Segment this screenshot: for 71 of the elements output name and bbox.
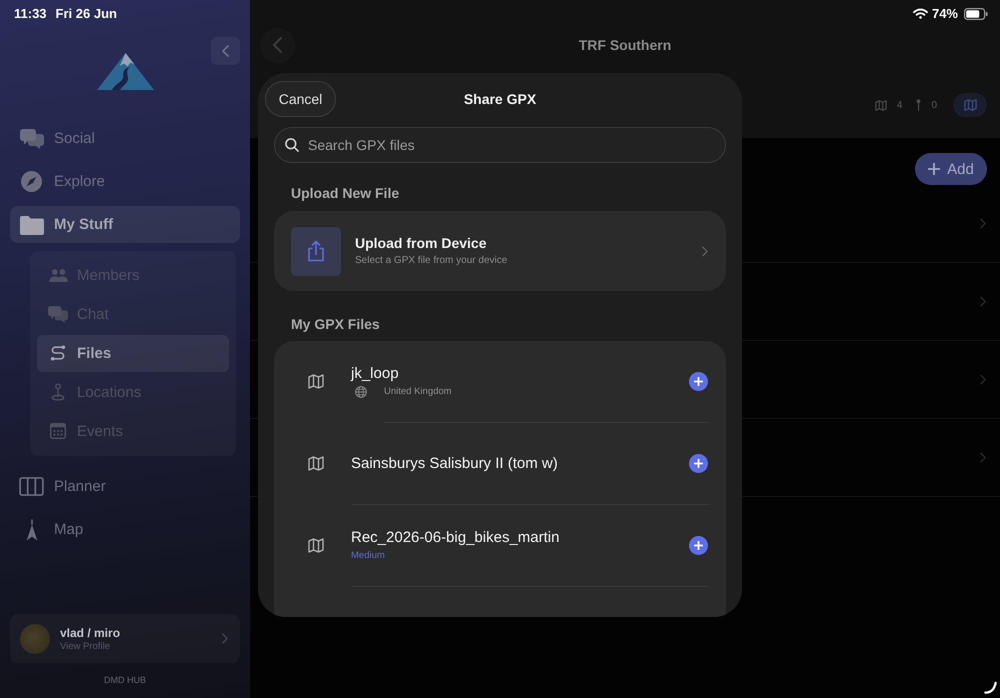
upload-title: Upload from Device: [355, 235, 488, 252]
plus-icon: [694, 459, 703, 468]
calendar-icon: [50, 423, 66, 439]
section-heading: My GPX Files: [291, 316, 380, 332]
people-icon: [48, 268, 68, 282]
wifi-icon: [912, 8, 928, 19]
route-icon: [50, 345, 66, 361]
plus-icon: [694, 541, 703, 550]
stat-count: 0: [931, 100, 937, 110]
sidebar-item[interactable]: Social: [10, 120, 240, 157]
folder-icon: [20, 214, 44, 234]
status-time: 11:33: [14, 6, 47, 21]
profile-subtitle: View Profile: [60, 640, 111, 652]
battery-percent: 74%: [932, 6, 958, 21]
speech-bubbles-icon: [48, 306, 68, 322]
map-icon: [964, 99, 976, 111]
globe-icon: [355, 386, 367, 398]
mountain-logo: [96, 53, 154, 90]
avatar: [20, 624, 50, 654]
sidebar-item[interactable]: Map: [10, 511, 240, 548]
map-icon: [874, 100, 887, 110]
add-file-button[interactable]: [689, 454, 708, 473]
columns-icon: [19, 477, 44, 496]
search-icon: [285, 138, 299, 152]
file-name: Sainsburys Salisbury II (tom w): [351, 454, 559, 472]
upload-subtitle: Select a GPX file from your device: [355, 255, 508, 267]
corner-handle-icon: [984, 681, 997, 694]
pin-icon: [51, 383, 65, 401]
map-icon: [308, 374, 324, 389]
status-date: Fri 26 Jun: [56, 6, 117, 21]
compass-icon: [21, 171, 42, 192]
navigation-arrow-icon: [24, 518, 38, 540]
speech-bubbles-icon: [20, 128, 44, 148]
pin-icon: [916, 99, 922, 111]
chevron-right-icon: [980, 452, 986, 463]
file-difficulty: Medium: [351, 550, 386, 562]
chevron-right-icon: [980, 218, 986, 229]
collapse-sidebar-button[interactable]: [211, 37, 240, 65]
page-title: TRF Southern: [578, 37, 672, 53]
search-field[interactable]: Search GPX files: [274, 127, 726, 163]
profile-name: vlad / miro: [60, 626, 122, 640]
chevron-right-icon: [980, 374, 986, 385]
chevron-right-icon: [980, 296, 986, 307]
file-name: jk_loop: [351, 365, 400, 383]
add-button[interactable]: Add: [915, 153, 987, 185]
sidebar-subitem[interactable]: Files: [37, 334, 229, 372]
chevron-right-icon: [702, 246, 708, 256]
dialog-title: Share GPX: [464, 91, 536, 107]
plus-icon: [694, 377, 703, 386]
add-file-button[interactable]: [689, 372, 708, 391]
map-icon: [308, 538, 324, 553]
sidebar-item[interactable]: Explore: [10, 163, 240, 200]
chevron-left-icon: [273, 37, 282, 53]
cancel-button[interactable]: Cancel: [265, 81, 336, 117]
map-icon: [308, 456, 324, 471]
file-region: United Kingdom: [384, 386, 452, 398]
file-name: Rec_2026-06-big_bikes_martin: [351, 529, 560, 547]
upload-from-device-item[interactable]: Upload from Device Select a GPX file from your device: [274, 211, 726, 291]
add-file-button[interactable]: [689, 536, 708, 555]
sidebar-item[interactable]: My Stuff: [10, 206, 240, 243]
sidebar-item[interactable]: Planner: [10, 468, 240, 505]
profile-card[interactable]: vlad / miro View Profile: [10, 614, 240, 663]
stat-count: 4: [896, 100, 902, 110]
plus-icon: [928, 163, 940, 175]
chevron-right-icon: [222, 633, 228, 644]
app-footer-label: DMD HUB: [104, 674, 146, 686]
chevron-left-icon: [222, 45, 229, 57]
share-icon: [291, 226, 341, 276]
section-heading: Upload New File: [291, 185, 400, 201]
battery-icon: [964, 8, 988, 20]
map-view-toggle[interactable]: [953, 93, 987, 117]
